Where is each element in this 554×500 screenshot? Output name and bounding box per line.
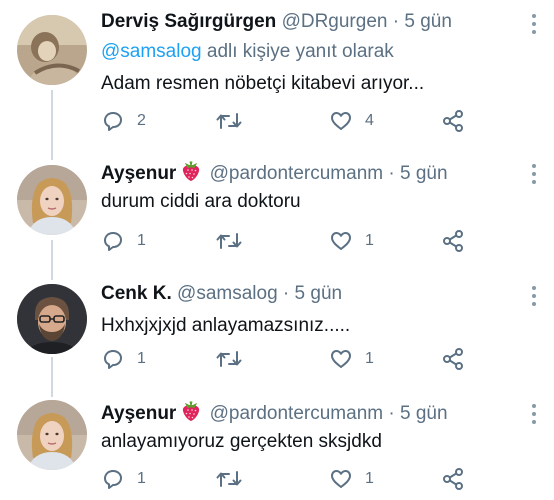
avatar[interactable]: [17, 15, 87, 85]
reply-button[interactable]: 2: [101, 108, 146, 134]
retweet-button[interactable]: [216, 228, 254, 254]
like-button[interactable]: 1: [329, 346, 374, 372]
display-name[interactable]: Derviş Sağırgürgen: [101, 11, 276, 32]
reply-icon: [104, 350, 122, 369]
like-button[interactable]: 1: [329, 466, 374, 492]
share-button[interactable]: [441, 108, 465, 134]
like-icon: [331, 470, 351, 488]
tweet[interactable]: Ayşenur @pardontercumanm · 5 gün durum c…: [0, 150, 554, 268]
strawberry-emoji: [180, 400, 202, 429]
like-icon: [331, 112, 351, 130]
tweet-text: durum ciddi ara doktoru: [101, 191, 301, 212]
retweet-button[interactable]: [216, 346, 254, 372]
share-button[interactable]: [441, 346, 465, 372]
timestamp[interactable]: 5 gün: [400, 403, 448, 424]
reply-icon: [104, 112, 122, 131]
retweet-icon: [216, 351, 242, 367]
share-icon: [443, 348, 463, 370]
like-icon: [331, 350, 351, 368]
like-count: 1: [365, 350, 374, 367]
retweet-icon: [216, 471, 242, 487]
avatar[interactable]: [17, 165, 87, 235]
separator: ·: [388, 403, 395, 424]
separator: ·: [282, 283, 290, 304]
separator: ·: [392, 11, 400, 32]
like-button[interactable]: 4: [329, 108, 374, 134]
timestamp[interactable]: 5 gün: [404, 11, 452, 32]
like-icon: [331, 232, 351, 250]
tweet-header: Cenk K. @samsalog · 5 gün: [101, 282, 514, 306]
reply-button[interactable]: 1: [101, 346, 146, 372]
tweet[interactable]: Ayşenur @pardontercumanm · 5 gün anlayam…: [0, 390, 554, 500]
display-name[interactable]: Cenk K.: [101, 283, 172, 304]
more-icon[interactable]: [531, 286, 537, 306]
avatar[interactable]: [17, 400, 87, 470]
share-icon: [443, 230, 463, 252]
reply-count: 1: [137, 232, 146, 249]
user-handle[interactable]: @pardontercumanm: [210, 163, 383, 184]
tweet-header: Ayşenur @pardontercumanm · 5 gün: [101, 160, 514, 189]
more-icon[interactable]: [531, 14, 537, 34]
tweet-text: Adam resmen nöbetçi kitabevi arıyor...: [101, 73, 425, 94]
tweet-text: anlayamıyoruz gerçekten sksjdkd: [101, 431, 382, 452]
tweet-actions: 1 1: [101, 228, 534, 254]
tweet-actions: 2 4: [101, 108, 534, 134]
tweet-header: Ayşenur @pardontercumanm · 5 gün: [101, 400, 514, 429]
reply-context: @samsalog adlı kişiye yanıt olarak: [101, 40, 394, 64]
reply-button[interactable]: 1: [101, 466, 146, 492]
display-name[interactable]: Ayşenur: [101, 163, 176, 184]
retweet-button[interactable]: [216, 466, 254, 492]
reply-icon: [104, 232, 122, 251]
tweet[interactable]: Derviş Sağırgürgen @DRgurgen · 5 gün @sa…: [0, 0, 554, 132]
reply-thread: Derviş Sağırgürgen @DRgurgen · 5 gün @sa…: [0, 0, 554, 500]
tweet-header: Derviş Sağırgürgen @DRgurgen · 5 gün: [101, 10, 514, 34]
reply-to-handle[interactable]: @samsalog: [101, 41, 202, 62]
tweet[interactable]: Cenk K. @samsalog · 5 gün Hxhxjxjxjd anl…: [0, 272, 554, 390]
like-count: 4: [365, 112, 374, 129]
share-icon: [443, 468, 463, 490]
timestamp[interactable]: 5 gün: [400, 163, 448, 184]
user-handle[interactable]: @pardontercumanm: [210, 403, 383, 424]
tweet-text: Hxhxjxjxjd anlayamazsınız.....: [101, 315, 351, 336]
display-name[interactable]: Ayşenur: [101, 403, 176, 424]
retweet-icon: [216, 233, 242, 249]
user-handle[interactable]: @samsalog: [177, 283, 278, 304]
separator: ·: [388, 163, 395, 184]
tweet-actions: 1 1: [101, 346, 534, 372]
reply-count: 1: [137, 350, 146, 367]
share-button[interactable]: [441, 466, 465, 492]
retweet-icon: [216, 113, 242, 129]
reply-button[interactable]: 1: [101, 228, 146, 254]
share-icon: [443, 110, 463, 132]
tweet-actions: 1 1: [101, 466, 534, 492]
strawberry-emoji: [180, 160, 202, 189]
user-handle[interactable]: @DRgurgen: [282, 11, 388, 32]
like-count: 1: [365, 470, 374, 487]
more-icon[interactable]: [531, 164, 537, 184]
more-icon[interactable]: [531, 404, 537, 424]
like-button[interactable]: 1: [329, 228, 374, 254]
timestamp[interactable]: 5 gün: [295, 283, 343, 304]
reply-count: 2: [137, 112, 146, 129]
reply-to-suffix: adlı kişiye yanıt olarak: [201, 41, 394, 62]
share-button[interactable]: [441, 228, 465, 254]
retweet-button[interactable]: [216, 108, 254, 134]
reply-icon: [104, 470, 122, 489]
avatar[interactable]: [17, 284, 87, 354]
like-count: 1: [365, 232, 374, 249]
reply-count: 1: [137, 470, 146, 487]
